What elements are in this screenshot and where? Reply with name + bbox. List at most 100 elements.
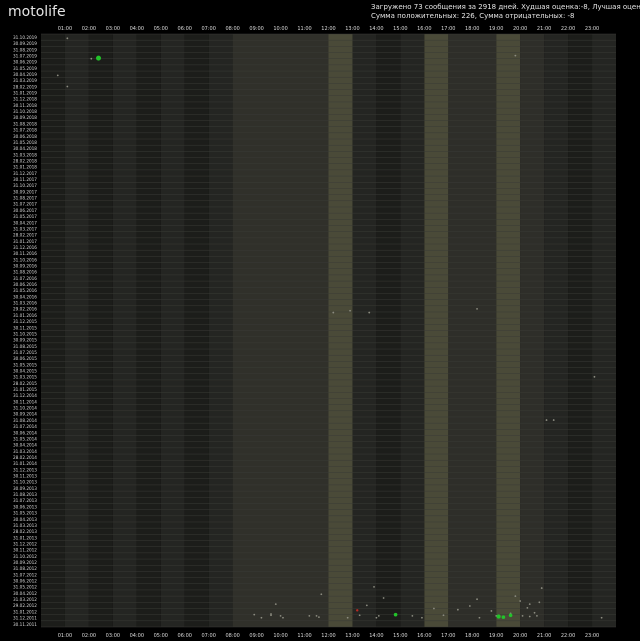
date-label: 30.04.2017 (13, 220, 37, 225)
date-label: 28.02.2017 (13, 233, 37, 238)
date-label: 29.02.2016 (13, 307, 37, 312)
date-label: 31.05.2018 (13, 140, 37, 145)
bottom-hour-label: 17:00 (441, 633, 455, 639)
data-point (526, 606, 529, 609)
bottom-hour-label: 08:00 (225, 633, 239, 639)
top-hour-label: 21:00 (537, 26, 551, 32)
bottom-hour-label: 01:00 (58, 633, 72, 639)
date-label: 31.08.2012 (13, 566, 37, 571)
date-label: 31.05.2015 (13, 362, 37, 367)
date-label: 28.02.2018 (13, 158, 37, 163)
data-point (56, 74, 59, 77)
data-point (368, 311, 371, 314)
activity-scatter-chart: 01:00 02:00 03:00 04:00 05:00 06:00 07:00 08:00… (13, 26, 616, 639)
date-label: 31.01.2018 (13, 165, 37, 170)
data-point (490, 610, 493, 612)
date-label: 31.10.2013 (13, 480, 37, 485)
date-label: 31.05.2019 (13, 66, 37, 71)
date-label: 31.08.2014 (13, 418, 37, 423)
date-label: 30.06.2018 (13, 134, 37, 139)
data-point (593, 375, 596, 378)
data-point (349, 309, 351, 312)
date-label: 31.07.2015 (13, 350, 37, 355)
data-point (90, 57, 93, 60)
date-label: 31.12.2017 (13, 171, 37, 176)
date-label: 31.08.2019 (13, 47, 37, 52)
data-point (536, 614, 538, 617)
data-point (411, 614, 414, 617)
data-point (476, 307, 478, 310)
date-label: 30.09.2018 (13, 115, 37, 120)
data-point (508, 613, 513, 618)
date-label: 30.09.2015 (13, 338, 37, 343)
data-point (253, 613, 256, 616)
data-point (545, 419, 548, 421)
date-label: 30.04.2018 (13, 146, 37, 151)
date-label: 30.11.2018 (13, 103, 37, 108)
date-label: 31.01.2019 (13, 91, 37, 96)
date-label: 31.05.2014 (13, 436, 37, 441)
date-label: 31.01.2013 (13, 535, 37, 540)
date-label: 31.01.2014 (13, 461, 37, 466)
top-hour-label: 16:00 (417, 26, 431, 32)
top-hour-axis: 01:00 02:00 03:00 04:00 05:00 06:00 07:00 08:00… (58, 26, 600, 32)
date-label: 31.08.2016 (13, 270, 37, 275)
data-point (456, 608, 459, 611)
date-label: 30.09.2016 (13, 263, 37, 268)
data-point (377, 614, 380, 617)
date-label: 31.01.2015 (13, 387, 37, 392)
data-point (356, 609, 359, 612)
date-label: 30.06.2017 (13, 208, 37, 213)
date-label: 30.04.2014 (13, 443, 37, 448)
data-point (514, 595, 517, 598)
date-label: 31.01.2012 (13, 609, 37, 614)
top-hour-label: 19:00 (489, 26, 503, 32)
date-label: 30.09.2017 (13, 189, 37, 194)
bottom-hour-label: 14:00 (369, 633, 383, 639)
bottom-hour-label: 02:00 (82, 633, 96, 639)
bottom-hour-label: 06:00 (178, 633, 192, 639)
date-label: 31.03.2013 (13, 523, 37, 528)
top-hour-label: 15:00 (393, 26, 407, 32)
date-label: 31.10.2019 (13, 35, 37, 40)
date-label: 31.07.2019 (13, 53, 37, 58)
data-point (96, 55, 101, 61)
data-point (442, 614, 445, 617)
date-label: 30.11.2013 (13, 474, 37, 479)
top-hour-label: 13:00 (345, 26, 359, 32)
data-point (393, 612, 398, 617)
date-label: 28.02.2013 (13, 529, 37, 534)
bottom-hour-label: 12:00 (321, 633, 335, 639)
date-label: 30.04.2012 (13, 591, 37, 596)
date-label: 31.03.2018 (13, 152, 37, 157)
top-hour-label: 03:00 (106, 26, 120, 32)
date-label: 31.12.2011 (13, 616, 37, 621)
bottom-hour-axis: 01:00 02:00 03:00 04:00 05:00 06:00 07:00 08:00… (58, 633, 600, 639)
top-hour-label: 01:00 (58, 26, 72, 32)
data-point (274, 603, 277, 606)
date-label: 30.09.2012 (13, 560, 37, 565)
data-point (308, 614, 311, 617)
date-label: 31.05.2017 (13, 214, 37, 219)
data-point (476, 598, 478, 601)
data-point (433, 607, 435, 610)
date-label: 31.07.2012 (13, 572, 37, 577)
date-label: 30.04.2013 (13, 517, 37, 522)
data-point (528, 603, 531, 606)
date-label: 31.07.2014 (13, 424, 37, 429)
date-label: 29.02.2012 (13, 603, 37, 608)
top-hour-label: 22:00 (561, 26, 575, 32)
date-label: 31.08.2017 (13, 196, 37, 201)
bottom-hour-label: 19:00 (489, 633, 503, 639)
date-label: 30.06.2014 (13, 430, 37, 435)
date-label: 28.02.2019 (13, 84, 37, 89)
date-label: 31.10.2016 (13, 257, 37, 262)
data-point (279, 614, 282, 617)
date-label: 31.08.2015 (13, 344, 37, 349)
date-label: 31.07.2013 (13, 498, 37, 503)
data-point (552, 419, 555, 421)
data-point (600, 616, 603, 619)
top-hour-label: 10:00 (273, 26, 287, 32)
date-label: 31.10.2015 (13, 331, 37, 336)
bottom-hour-label: 10:00 (273, 633, 287, 639)
